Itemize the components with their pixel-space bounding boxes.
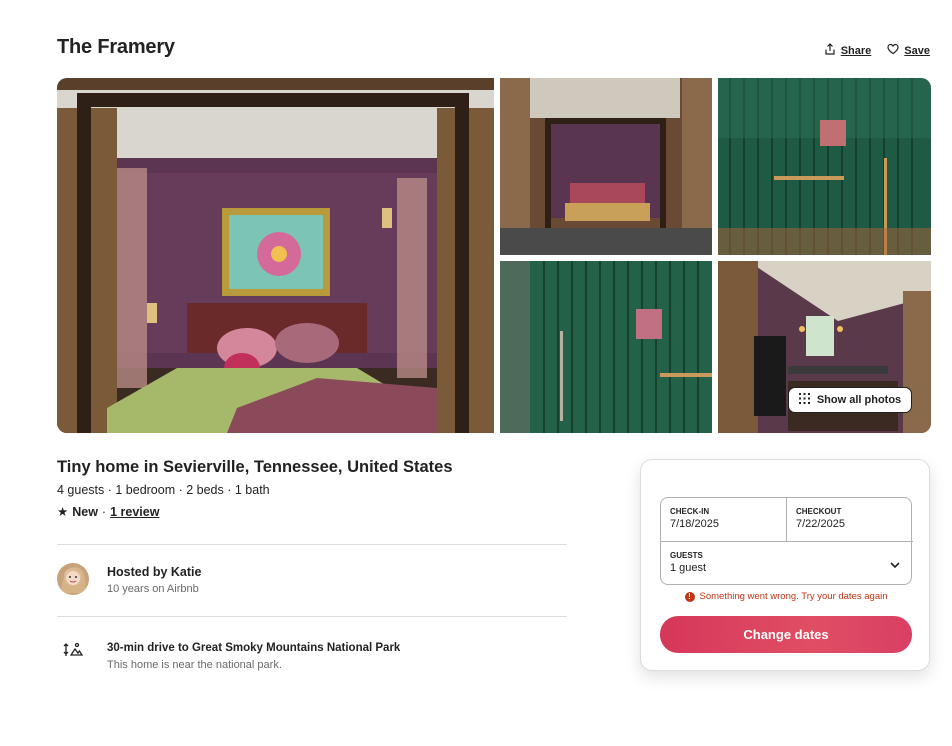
- listing-location-title: Tiny home in Sevierville, Tennessee, Uni…: [57, 458, 453, 476]
- show-all-photos-label: Show all photos: [816, 394, 902, 406]
- error-icon: !: [684, 591, 695, 602]
- photo-main-bedroom[interactable]: [57, 78, 494, 433]
- chevron-down-icon: [889, 558, 901, 570]
- share-button[interactable]: Share: [824, 43, 872, 58]
- date-guest-picker: CHECK-IN 7/18/2025 CHECKOUT 7/22/2025 GU…: [660, 497, 913, 586]
- mountain-drive-icon: [63, 640, 84, 660]
- grid-icon: [798, 393, 810, 407]
- show-all-photos-button[interactable]: Show all photos: [788, 387, 912, 413]
- save-button[interactable]: Save: [887, 43, 930, 58]
- heart-icon: [887, 43, 899, 58]
- guests-value: 1 guest: [670, 562, 707, 574]
- photo-shower-1[interactable]: [718, 78, 931, 255]
- error-text: Something went wrong. Try your dates aga…: [699, 591, 888, 602]
- photo-bedroom-2[interactable]: [500, 78, 712, 255]
- guests-label: GUESTS: [670, 551, 703, 560]
- rating-new: New: [72, 504, 98, 519]
- share-label: Share: [840, 44, 872, 57]
- reviews-link[interactable]: 1 review: [110, 505, 159, 519]
- change-dates-button[interactable]: Change dates: [660, 616, 912, 653]
- checkout-label: CHECKOUT: [796, 507, 842, 516]
- divider: [57, 544, 567, 545]
- share-icon: [824, 43, 836, 58]
- header-actions: Share Save: [824, 43, 930, 58]
- checkin-label: CHECK-IN: [670, 507, 710, 516]
- avatar[interactable]: [57, 563, 89, 595]
- photo-gallery: Show all photos: [57, 78, 931, 433]
- checkout-field[interactable]: CHECKOUT 7/22/2025: [787, 498, 913, 542]
- rating-separator: ·: [101, 504, 107, 519]
- listing-rating: ★ New · 1 review: [57, 504, 159, 520]
- checkin-field[interactable]: CHECK-IN 7/18/2025: [661, 498, 787, 542]
- error-message: ! Something went wrong. Try your dates a…: [641, 591, 931, 602]
- highlight-subtitle: This home is near the national park.: [107, 659, 282, 671]
- divider: [57, 616, 567, 617]
- booking-card: CHECK-IN 7/18/2025 CHECKOUT 7/22/2025 GU…: [640, 459, 930, 671]
- guests-select[interactable]: GUESTS 1 guest: [661, 542, 913, 586]
- host-meta: 10 years on Airbnb: [107, 583, 199, 595]
- photo-shower-2[interactable]: [500, 261, 712, 433]
- checkin-value: 7/18/2025: [670, 518, 719, 530]
- checkout-value: 7/22/2025: [796, 518, 845, 530]
- star-icon: ★: [57, 505, 69, 519]
- host-name: Hosted by Katie: [107, 565, 202, 579]
- highlight-title: 30-min drive to Great Smoky Mountains Na…: [107, 642, 401, 654]
- listing-title: The Framery: [57, 36, 175, 58]
- save-label: Save: [904, 44, 930, 57]
- listing-details: 4 guests · 1 bedroom · 2 beds · 1 bath: [57, 483, 270, 497]
